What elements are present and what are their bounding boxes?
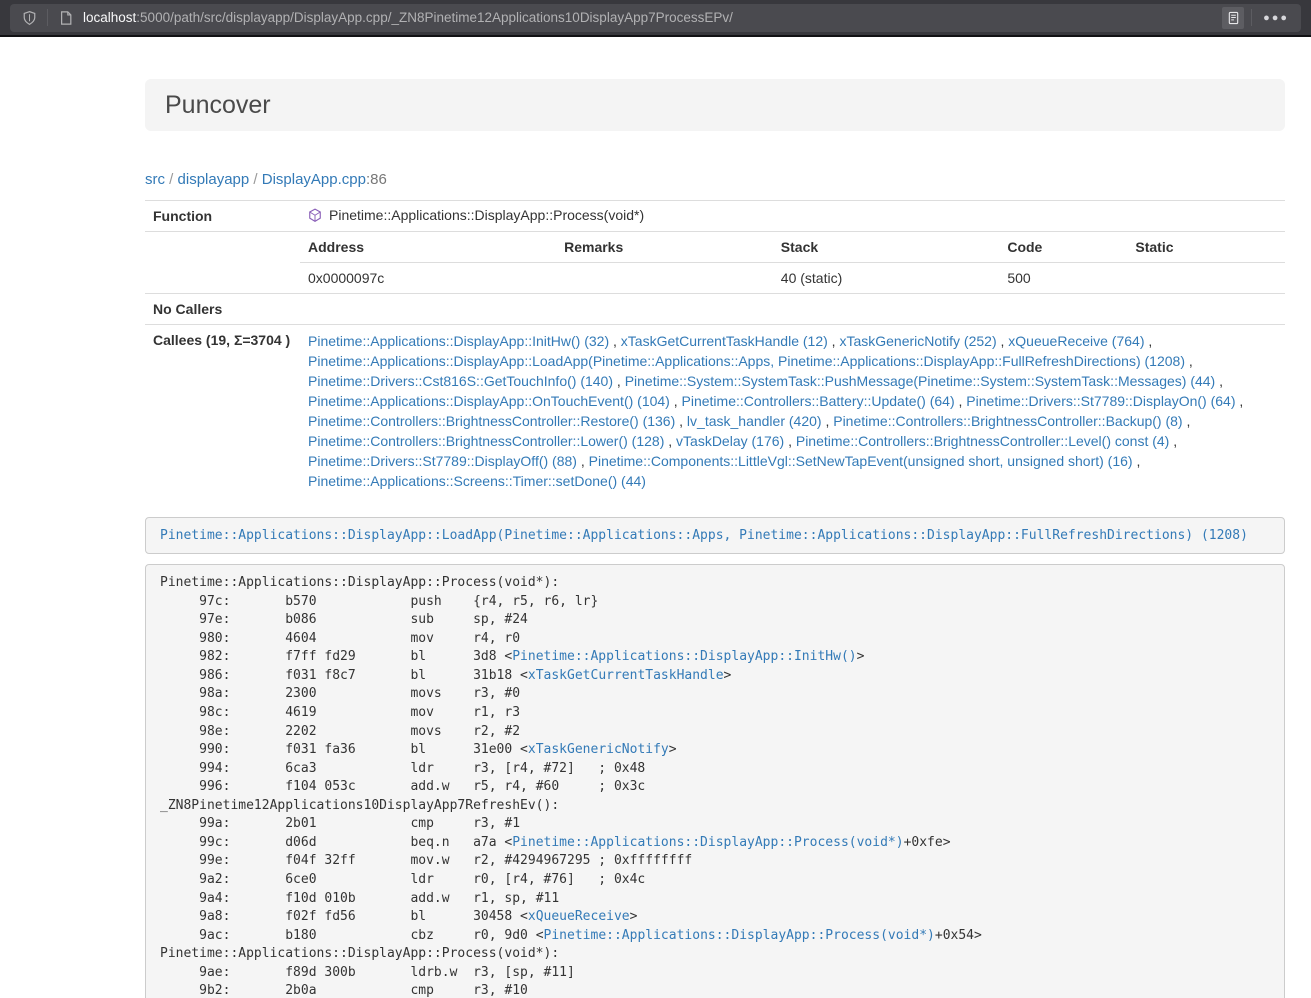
callee-link[interactable]: Pinetime::Applications::DisplayApp::Load… bbox=[308, 353, 1185, 369]
table-row: Function Pinetime::Applications::Display… bbox=[145, 201, 1285, 232]
callee-link[interactable]: Pinetime::Drivers::Cst816S::GetTouchInfo… bbox=[308, 373, 613, 389]
address-value: 0x0000097c bbox=[300, 263, 556, 294]
code-symbol-link[interactable]: xTaskGetCurrentTaskHandle bbox=[528, 668, 724, 683]
toolbar-divider bbox=[1251, 9, 1252, 26]
callee-link[interactable]: Pinetime::Applications::Screens::Timer::… bbox=[308, 473, 646, 489]
callee-link[interactable]: xTaskGetCurrentTaskHandle (12) bbox=[621, 333, 828, 349]
page-content: Puncover src / displayapp / DisplayApp.c… bbox=[145, 79, 1285, 998]
breadcrumb-line-number: :86 bbox=[366, 171, 387, 188]
callee-link[interactable]: vTaskDelay (176) bbox=[676, 433, 784, 449]
callee-link[interactable]: Pinetime::System::SystemTask::PushMessag… bbox=[625, 373, 1216, 389]
table-row: Callees (19, Σ=3704 ) Pinetime::Applicat… bbox=[145, 325, 1285, 498]
callee-link[interactable]: xQueueReceive (764) bbox=[1008, 333, 1144, 349]
no-callers-label: No Callers bbox=[145, 294, 300, 325]
callee-link[interactable]: Pinetime::Components::LittleVgl::SetNewT… bbox=[589, 453, 1133, 469]
url-path: :5000/path/src/displayapp/DisplayApp.cpp… bbox=[136, 10, 733, 25]
metrics-cell: Address Remarks Stack Code Static 0x0000… bbox=[300, 232, 1285, 294]
callers-cell bbox=[300, 294, 1285, 325]
breadcrumb-link[interactable]: DisplayApp.cpp bbox=[262, 171, 366, 188]
url-text: localhost:5000/path/src/displayapp/Displ… bbox=[83, 10, 1222, 25]
callee-link[interactable]: Pinetime::Drivers::St7789::DisplayOff() … bbox=[308, 453, 577, 469]
callee-link[interactable]: Pinetime::Controllers::BrightnessControl… bbox=[796, 433, 1169, 449]
column-header-code: Code bbox=[999, 232, 1127, 263]
function-table: Function Pinetime::Applications::Display… bbox=[145, 200, 1285, 497]
callee-link[interactable]: Pinetime::Applications::DisplayApp::Init… bbox=[308, 333, 609, 349]
browser-toolbar: localhost:5000/path/src/displayapp/Displ… bbox=[0, 0, 1311, 37]
url-host: localhost bbox=[83, 10, 136, 25]
column-header-static: Static bbox=[1127, 232, 1285, 263]
code-symbol-link[interactable]: Pinetime::Applications::DisplayApp::Proc… bbox=[512, 835, 903, 850]
code-symbol-link[interactable]: Pinetime::Applications::DisplayApp::Init… bbox=[512, 649, 856, 664]
shield-icon[interactable] bbox=[18, 7, 40, 29]
empty-row-label bbox=[145, 232, 300, 294]
page-icon[interactable] bbox=[55, 7, 77, 29]
breadcrumb-separator: / bbox=[165, 171, 178, 188]
highlighted-callee-panel: Pinetime::Applications::DisplayApp::Load… bbox=[145, 517, 1285, 554]
table-header-row: Address Remarks Stack Code Static bbox=[300, 232, 1285, 263]
breadcrumb-link[interactable]: displayapp bbox=[178, 171, 250, 188]
stack-value: 40 (static) bbox=[773, 263, 1000, 294]
table-row: No Callers bbox=[145, 294, 1285, 325]
function-cube-icon bbox=[308, 208, 322, 223]
callees-label: Callees (19, Σ=3704 ) bbox=[145, 325, 300, 498]
function-row-label: Function bbox=[145, 201, 300, 232]
callee-link[interactable]: Pinetime::Controllers::Battery::Update()… bbox=[682, 393, 955, 409]
breadcrumb-link[interactable]: src bbox=[145, 171, 165, 188]
code-symbol-link[interactable]: Pinetime::Applications::DisplayApp::Proc… bbox=[544, 928, 935, 943]
page-title: Puncover bbox=[165, 91, 1265, 119]
column-header-address: Address bbox=[300, 232, 556, 263]
breadcrumb-separator: / bbox=[249, 171, 262, 188]
callee-link[interactable]: xTaskGenericNotify (252) bbox=[839, 333, 996, 349]
code-value: 500 bbox=[999, 263, 1127, 294]
column-header-stack: Stack bbox=[773, 232, 1000, 263]
callees-list: Pinetime::Applications::DisplayApp::Init… bbox=[300, 325, 1285, 498]
code-symbol-link[interactable]: xQueueReceive bbox=[528, 909, 630, 924]
callee-link[interactable]: Pinetime::Drivers::St7789::DisplayOn() (… bbox=[966, 393, 1235, 409]
highlighted-callee-link[interactable]: Pinetime::Applications::DisplayApp::Load… bbox=[160, 528, 1248, 543]
ellipsis-menu-icon[interactable]: ●●● bbox=[1259, 12, 1293, 24]
function-name-cell: Pinetime::Applications::DisplayApp::Proc… bbox=[300, 201, 1285, 232]
breadcrumb: src / displayapp / DisplayApp.cpp:86 bbox=[145, 171, 1285, 188]
url-bar[interactable]: localhost:5000/path/src/displayapp/Displ… bbox=[10, 4, 1301, 32]
toolbar-divider bbox=[47, 9, 48, 26]
disassembly-pre: Pinetime::Applications::DisplayApp::Proc… bbox=[145, 564, 1285, 998]
metrics-table: Address Remarks Stack Code Static 0x0000… bbox=[300, 232, 1285, 293]
callee-link[interactable]: Pinetime::Controllers::BrightnessControl… bbox=[833, 413, 1182, 429]
function-name: Pinetime::Applications::DisplayApp::Proc… bbox=[329, 207, 644, 223]
callee-link[interactable]: Pinetime::Controllers::BrightnessControl… bbox=[308, 433, 664, 449]
app-header: Puncover bbox=[145, 79, 1285, 131]
callee-link[interactable]: Pinetime::Applications::DisplayApp::OnTo… bbox=[308, 393, 670, 409]
static-value bbox=[1127, 263, 1285, 294]
callee-link[interactable]: Pinetime::Controllers::BrightnessControl… bbox=[308, 413, 675, 429]
column-header-remarks: Remarks bbox=[556, 232, 773, 263]
code-symbol-link[interactable]: xTaskGenericNotify bbox=[528, 742, 669, 757]
callee-link[interactable]: lv_task_handler (420) bbox=[687, 413, 822, 429]
table-row: 0x0000097c 40 (static) 500 bbox=[300, 263, 1285, 294]
table-row: Address Remarks Stack Code Static 0x0000… bbox=[145, 232, 1285, 294]
remarks-value bbox=[556, 263, 773, 294]
reader-mode-icon[interactable] bbox=[1222, 7, 1244, 29]
